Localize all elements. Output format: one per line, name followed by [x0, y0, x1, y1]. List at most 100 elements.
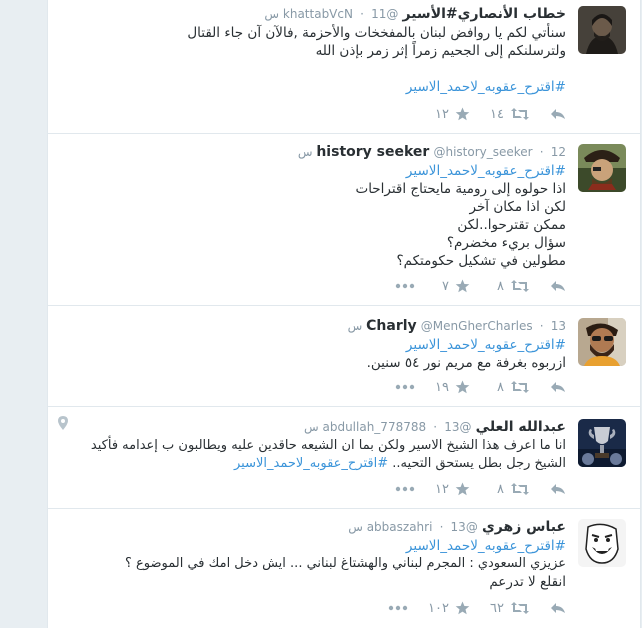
- retweet-icon: [511, 381, 529, 393]
- avatar[interactable]: [578, 144, 626, 192]
- text-line: ازربوه بغرفة مع مريم نور ٥٤ سنين.: [366, 355, 566, 371]
- favorite-button[interactable]: ١٠٢: [428, 601, 470, 616]
- tweet-header: عباس زهري @abbaszahri · 13 س: [348, 519, 566, 535]
- text-line: انقلع لا تدرعم: [489, 574, 566, 590]
- text-line: لكن اذا مكان آخر: [469, 199, 567, 215]
- username[interactable]: @history_seeker: [433, 145, 532, 159]
- person-dark-avatar-icon: [578, 6, 626, 54]
- username[interactable]: @MenGherCharles: [421, 319, 533, 333]
- more-dots-icon: [395, 384, 415, 390]
- tweet-text: #اقترح_عقوبه_لاحمد_الاسير ازربوه بغرفة م…: [58, 336, 566, 372]
- tweet-3[interactable]: Charly @MenGherCharles · 13 س #اقترح_عقو…: [48, 306, 640, 407]
- text-line: سؤال بريء مخضرم؟: [446, 235, 566, 251]
- more-button[interactable]: [395, 384, 415, 390]
- more-button[interactable]: [395, 283, 415, 289]
- tweet-header: عبدالله العلي @abdullah_778788 · 13 س: [304, 419, 566, 435]
- timeline: خطاب الأنصاري#الأسير @khattabVcN · 11 س …: [47, 0, 641, 628]
- tweet-actions: ٨ ١٢: [395, 478, 566, 500]
- tweet-actions: ٨ ٧: [395, 275, 566, 297]
- retweet-count: ١٤: [490, 106, 504, 122]
- star-icon: [455, 482, 470, 496]
- retweet-icon: [511, 602, 529, 614]
- reply-button[interactable]: [550, 279, 566, 293]
- hashtag-link[interactable]: #اقترح_عقوبه_لاحمد_الاسير: [58, 336, 566, 354]
- retweet-count: ٦٢: [490, 600, 504, 616]
- star-icon: [455, 279, 470, 293]
- more-button[interactable]: [395, 486, 415, 492]
- tweet-5[interactable]: عباس زهري @abbaszahri · 13 س #اقترح_عقوب…: [48, 509, 640, 628]
- tweet-1[interactable]: خطاب الأنصاري#الأسير @khattabVcN · 11 س …: [48, 0, 640, 134]
- favorite-count: ١٢: [435, 106, 449, 122]
- avatar[interactable]: [578, 419, 626, 467]
- star-icon: [455, 380, 470, 394]
- text-line: مطولين في تشكيل حكومتكم؟: [396, 253, 566, 269]
- more-dots-icon: [395, 486, 415, 492]
- star-icon: [455, 601, 470, 615]
- tweet-actions: ٨ ١٩: [395, 376, 566, 398]
- text-line: الشيخ رجل بطل يستحق التحيه..: [392, 456, 566, 471]
- retweet-count: ٨: [497, 278, 504, 294]
- reply-icon: [551, 484, 565, 494]
- favorite-count: ١٩: [435, 379, 449, 395]
- tweet-text: #اقترح_عقوبه_لاحمد_الاسير اذا حولوه إلى …: [58, 162, 566, 270]
- bearded-man-avatar-icon: [578, 318, 626, 366]
- text-line: سنأتي لكم يا روافض لبنان بالمفخخات والأح…: [187, 25, 566, 41]
- tweet-header: خطاب الأنصاري#الأسير @khattabVcN · 11 س: [264, 6, 567, 22]
- text-line: ممكن تقترحوا..لكن: [457, 217, 566, 233]
- tweet-text: #اقترح_عقوبه_لاحمد_الاسير عزيزي السعودي …: [58, 537, 566, 591]
- text-line: ولترسلنكم إلى الجحيم زمراً إثر زمر بإذن …: [315, 43, 566, 59]
- tweet-text: انا ما اعرف هذا الشيخ الاسير ولكن بما ان…: [58, 437, 566, 473]
- tweet-2[interactable]: history seeker @history_seeker · 12 س #ا…: [48, 134, 640, 306]
- retweet-button[interactable]: ١٤: [490, 107, 530, 122]
- trophy-avatar-icon: [578, 419, 626, 467]
- reply-icon: [551, 109, 565, 119]
- fullname[interactable]: Charly: [366, 318, 417, 334]
- fullname[interactable]: خطاب الأنصاري#الأسير: [403, 6, 567, 22]
- favorite-count: ١٢: [435, 481, 449, 497]
- favorite-count: ٧: [442, 278, 449, 294]
- tweet-actions: ٦٢ ١٠٢: [388, 597, 566, 619]
- fullname[interactable]: عبدالله العلي: [476, 419, 566, 435]
- reply-button[interactable]: [550, 482, 566, 496]
- reply-button[interactable]: [550, 380, 566, 394]
- reply-button[interactable]: [550, 107, 566, 121]
- fullname[interactable]: عباس زهري: [482, 519, 566, 535]
- favorite-button[interactable]: ٧: [435, 279, 470, 294]
- hashtag-link[interactable]: #اقترح_عقوبه_لاحمد_الاسير: [58, 537, 566, 555]
- favorite-button[interactable]: ١٢: [435, 482, 470, 497]
- retweet-icon: [511, 280, 529, 292]
- hashtag-link[interactable]: #اقترح_عقوبه_لاحمد_الاسير: [58, 162, 566, 180]
- more-dots-icon: [388, 605, 408, 611]
- reply-icon: [551, 281, 565, 291]
- tweet-header: history seeker @history_seeker · 12 س: [297, 144, 566, 160]
- retweet-button[interactable]: ٨: [490, 482, 530, 497]
- avatar[interactable]: [578, 6, 626, 54]
- retweet-button[interactable]: ٨: [490, 279, 530, 294]
- reply-icon: [551, 603, 565, 613]
- reply-icon: [551, 382, 565, 392]
- retweet-icon: [511, 483, 529, 495]
- fullname[interactable]: history seeker: [316, 144, 429, 160]
- retweet-count: ٨: [497, 481, 504, 497]
- text-line: عزيزي السعودي : المجرم لبناني والهشتاغ ل…: [124, 556, 566, 571]
- reply-button[interactable]: [550, 601, 566, 615]
- retweet-button[interactable]: ٦٢: [490, 601, 530, 616]
- avatar[interactable]: [578, 318, 626, 366]
- more-dots-icon: [395, 283, 415, 289]
- more-button[interactable]: [388, 605, 408, 611]
- retweet-button[interactable]: ٨: [490, 380, 530, 395]
- pirate-avatar-icon: [578, 144, 626, 192]
- tweet-text: سنأتي لكم يا روافض لبنان بالمفخخات والأح…: [58, 24, 566, 96]
- rage-face-avatar-icon: [578, 519, 626, 567]
- tweet-actions: ١٤ ١٢: [415, 103, 566, 125]
- retweet-icon: [511, 108, 529, 120]
- tweet-header: Charly @MenGherCharles · 13 س: [347, 318, 566, 334]
- hashtag-link[interactable]: #اقترح_عقوبه_لاحمد_الاسير: [58, 78, 566, 96]
- favorite-button[interactable]: ١٩: [435, 380, 470, 395]
- retweet-count: ٨: [497, 379, 504, 395]
- hashtag-link[interactable]: #اقترح_عقوبه_لاحمد_الاسير: [234, 456, 388, 471]
- tweet-4[interactable]: عبدالله العلي @abdullah_778788 · 13 س ان…: [48, 407, 640, 509]
- avatar[interactable]: [578, 519, 626, 567]
- favorite-button[interactable]: ١٢: [435, 107, 470, 122]
- text-line: انا ما اعرف هذا الشيخ الاسير ولكن بما ان…: [90, 438, 566, 453]
